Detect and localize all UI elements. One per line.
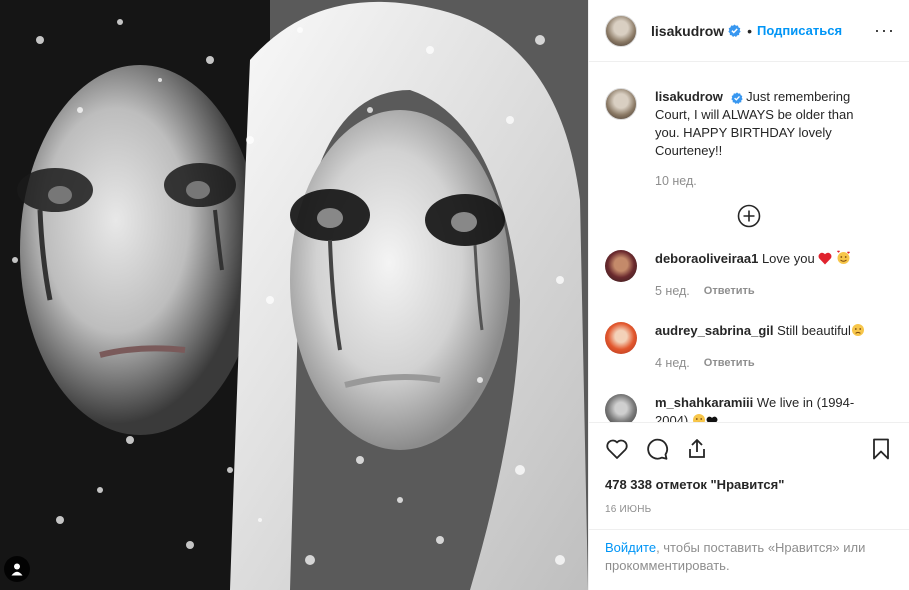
likes-count[interactable]: 478 338 отметок "Нравится": [605, 477, 893, 492]
speech-bubble-icon[interactable]: [645, 437, 669, 461]
post-side-panel: lisakudrow • Подписаться ··· lisakudrow: [588, 0, 909, 590]
instagram-post: lisakudrow • Подписаться ··· lisakudrow: [0, 0, 909, 590]
heart-outline-icon[interactable]: [605, 437, 629, 461]
sad-face-icon: [851, 323, 865, 342]
comment-username[interactable]: deboraoliveiraa1: [655, 251, 758, 266]
caption-username[interactable]: lisakudrow: [655, 89, 723, 104]
comment-item: audrey_sabrina_gil Still beautiful 4 нед…: [605, 300, 893, 372]
post-header: lisakudrow • Подписаться ···: [589, 0, 909, 62]
reply-button[interactable]: Ответить: [704, 282, 755, 300]
login-prompt: Войдите, чтобы поставить «Нравится» или …: [589, 529, 909, 590]
person-icon: [11, 563, 23, 576]
comment-avatar[interactable]: [605, 250, 637, 282]
comment-item: deboraoliveiraa1 Love you 5 нед. Ответит…: [605, 228, 893, 300]
photo-image: [0, 0, 588, 590]
post-date[interactable]: 16 июнь: [605, 504, 893, 529]
post-actions: 478 338 отметок "Нравится" 16 июнь: [589, 422, 909, 529]
caption: lisakudrow Just remembering Court, I wil…: [605, 62, 893, 190]
caption-avatar[interactable]: [605, 88, 637, 120]
more-options-icon[interactable]: ···: [874, 20, 895, 41]
verified-badge-icon: [730, 91, 743, 104]
post-photo[interactable]: [0, 0, 588, 590]
comment-text: Still beautiful: [777, 323, 851, 338]
comment-avatar[interactable]: [605, 394, 637, 423]
comment-text: Love you: [761, 251, 815, 266]
plus-circle-icon[interactable]: [737, 204, 761, 228]
user-tag-icon[interactable]: [4, 556, 30, 582]
share-icon[interactable]: [685, 437, 709, 461]
caption-time[interactable]: 10 нед.: [655, 172, 697, 190]
comment-item: m_shahkaramiii We live in (1994-2004): [605, 372, 893, 423]
follow-button[interactable]: Подписаться: [757, 23, 842, 38]
comment-username[interactable]: m_shahkaramiii: [655, 395, 753, 410]
author-username[interactable]: lisakudrow: [651, 23, 724, 39]
bookmark-icon[interactable]: [869, 437, 893, 461]
verified-badge-icon: [728, 24, 741, 37]
comment-time[interactable]: 4 нед.: [655, 354, 690, 372]
header-separator: •: [747, 22, 753, 39]
sad-face-icon: [692, 413, 706, 423]
comment-avatar[interactable]: [605, 322, 637, 354]
comments-list[interactable]: lisakudrow Just remembering Court, I wil…: [589, 62, 909, 423]
comment-time[interactable]: 5 нед.: [655, 282, 690, 300]
login-link[interactable]: Войдите: [605, 540, 656, 555]
author-avatar[interactable]: [605, 14, 637, 47]
black-heart-icon: [706, 414, 718, 423]
smiling-face-hearts-icon: [836, 250, 851, 270]
load-more-comments[interactable]: [605, 204, 893, 228]
red-heart-icon: [818, 252, 832, 270]
comment-username[interactable]: audrey_sabrina_gil: [655, 323, 774, 338]
reply-button[interactable]: Ответить: [704, 354, 755, 372]
